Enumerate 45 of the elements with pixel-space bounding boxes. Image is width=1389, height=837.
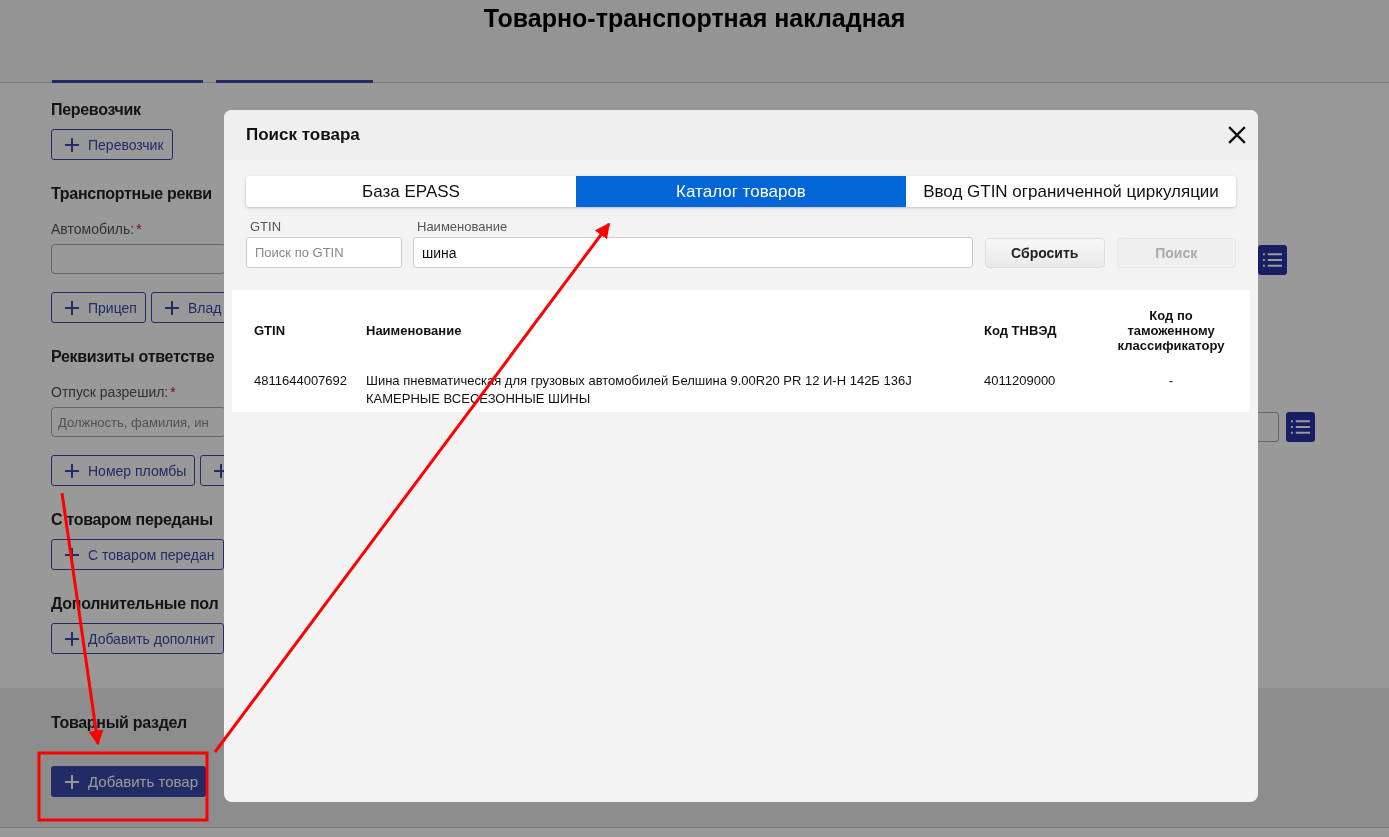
input-field[interactable] xyxy=(51,244,226,274)
list-button[interactable] xyxy=(1258,245,1287,275)
section-heading: С товаром переданы xyxy=(51,511,214,529)
field-label: GTIN xyxy=(249,219,283,234)
tab[interactable]: База EPASS xyxy=(246,176,576,207)
action-button[interactable]: Сбросить xyxy=(985,238,1105,268)
column-header: Код по таможенному классификатору xyxy=(1117,307,1225,353)
section-heading: Перевозчик xyxy=(51,101,142,119)
column-header: Код ТНВЭД xyxy=(984,322,1057,338)
section-heading: Транспортные рекви xyxy=(51,185,213,203)
table-cell: 4011209000 xyxy=(984,373,1056,388)
plus-icon xyxy=(64,773,80,790)
plus-icon xyxy=(64,462,80,479)
plus-icon xyxy=(64,136,80,153)
add-button[interactable]: С товаром передан xyxy=(51,539,224,570)
plus-icon xyxy=(163,299,180,316)
close-button[interactable] xyxy=(1228,126,1246,144)
tab[interactable]: Ввод GTIN ограниченной циркуляции xyxy=(906,176,1236,207)
required-mark: * xyxy=(136,221,142,237)
list-icon xyxy=(1291,420,1310,434)
field-label: Автомобиль: xyxy=(51,221,135,237)
table-cell: - xyxy=(1168,373,1174,388)
page-title: Товарно-транспортная накладная xyxy=(482,3,907,33)
plus-icon xyxy=(64,299,80,316)
add-button[interactable]: Прицеп xyxy=(51,292,146,323)
gtin-search-field[interactable]: Поиск по GTIN xyxy=(246,237,402,268)
required-mark: * xyxy=(170,384,176,400)
list-icon xyxy=(1263,253,1282,267)
column-header: GTIN xyxy=(254,322,286,338)
field-label: Отпуск разрешил: xyxy=(51,384,169,400)
field-label: Наименование xyxy=(416,219,509,234)
tab[interactable]: Каталог товаров xyxy=(576,176,906,207)
add-button[interactable]: Перевозчик xyxy=(51,129,173,160)
input-field[interactable]: Должность, фамилия, ин xyxy=(51,407,226,437)
table-cell: 4811644007692 xyxy=(254,373,348,388)
column-header: Наименование xyxy=(366,322,462,338)
list-button[interactable] xyxy=(1286,412,1315,442)
add-button[interactable]: Добавить дополнит xyxy=(51,623,224,654)
section-heading: Реквизиты ответстве xyxy=(51,348,216,366)
plus-icon xyxy=(64,630,80,647)
add-product-button[interactable]: Добавить товар xyxy=(51,766,206,797)
close-icon xyxy=(1228,126,1246,144)
name-search-field[interactable]: шина xyxy=(413,237,973,268)
add-button[interactable]: Номер пломбы xyxy=(51,455,196,486)
dialog-title: Поиск товара xyxy=(246,125,360,145)
